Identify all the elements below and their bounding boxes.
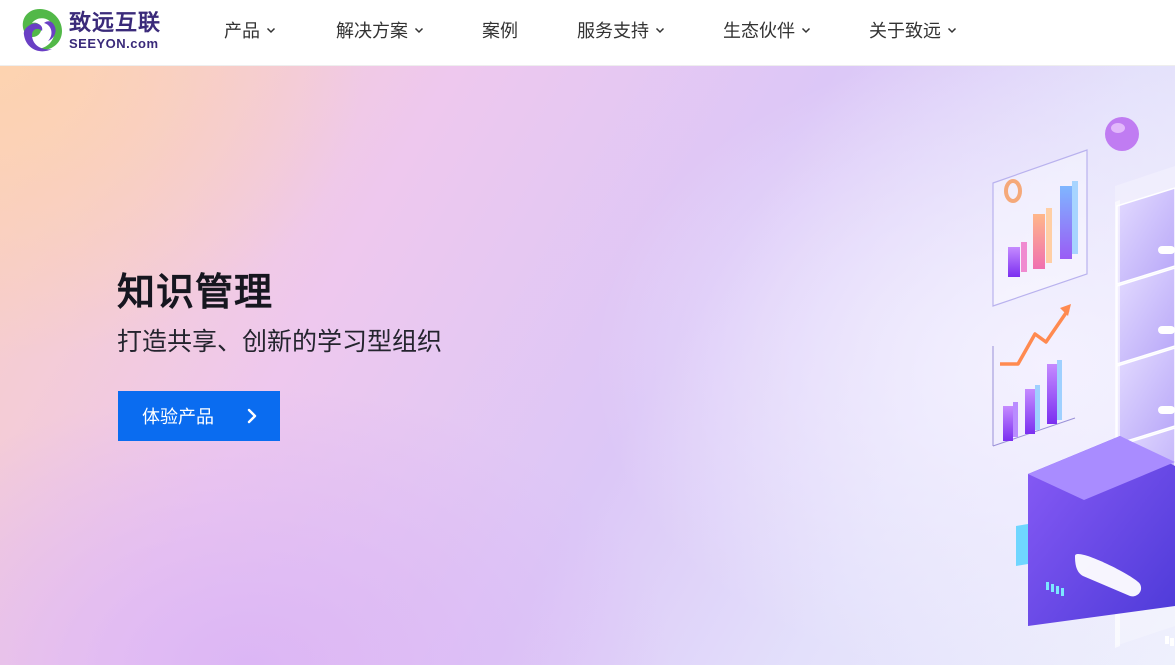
- nav-item-solutions[interactable]: 解决方案: [336, 0, 424, 60]
- nav-item-cases[interactable]: 案例: [482, 0, 518, 60]
- main-nav: 产品 解决方案 案例 服务支持 生态伙伴 关于致远: [0, 0, 1175, 66]
- site-header: 致远互联 SEEYON.com 产品 解决方案 案例 服务支持 生态伙伴 关于致…: [0, 0, 1175, 66]
- trend-chart: [992, 304, 1076, 447]
- cta-label: 体验产品: [142, 407, 214, 428]
- hero-subtitle: 打造共享、创新的学习型组织: [117, 327, 443, 356]
- chevron-right-icon: [247, 408, 257, 424]
- nav-item-support[interactable]: 服务支持: [577, 0, 665, 60]
- bar-chart-panel: [992, 149, 1088, 307]
- data-charts-server-illustration: [992, 117, 1175, 648]
- nav-item-label: 解决方案: [336, 21, 408, 42]
- nav-item-label: 案例: [482, 21, 518, 42]
- chevron-down-icon: [414, 27, 424, 34]
- hero-title: 知识管理: [117, 270, 274, 314]
- nav-item-about[interactable]: 关于致远: [869, 0, 957, 60]
- chevron-down-icon: [947, 27, 957, 34]
- nav-item-label: 生态伙伴: [723, 21, 795, 42]
- hero-banner: 知识管理 打造共享、创新的学习型组织 体验产品: [0, 66, 1175, 665]
- chevron-down-icon: [655, 27, 665, 34]
- try-product-button[interactable]: 体验产品: [118, 391, 280, 441]
- nav-item-products[interactable]: 产品: [224, 0, 276, 60]
- nav-item-label: 关于致远: [869, 21, 941, 42]
- chevron-down-icon: [266, 27, 276, 34]
- chevron-down-icon: [801, 27, 811, 34]
- nav-item-label: 产品: [224, 21, 260, 42]
- nav-item-label: 服务支持: [577, 21, 649, 42]
- nav-item-partners[interactable]: 生态伙伴: [723, 0, 811, 60]
